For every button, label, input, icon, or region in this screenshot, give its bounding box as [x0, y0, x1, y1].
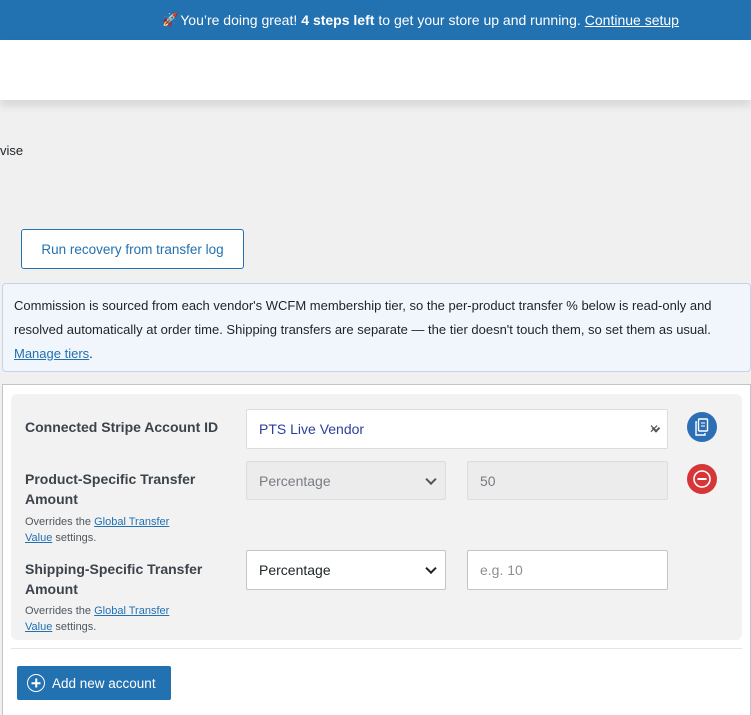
connected-account-select[interactable]: PTS Live Vendor ✕	[246, 409, 668, 449]
top-header-bar	[0, 40, 751, 100]
shipping-transfer-type-select[interactable]: Percentage	[246, 550, 446, 590]
run-recovery-button[interactable]: Run recovery from transfer log	[21, 229, 244, 269]
account-card: Connected Stripe Account ID PTS Live Ven…	[11, 394, 742, 640]
shipping-transfer-amount-input[interactable]: e.g. 10	[467, 550, 668, 590]
product-overrides-suffix: settings.	[55, 532, 97, 544]
chevron-down-icon	[425, 473, 437, 485]
product-transfer-label-line2: Amount	[25, 491, 78, 507]
shipping-transfer-label-line1: Shipping-Specific Transfer	[25, 561, 203, 577]
shipping-overrides-note-line2: Value settings.	[25, 619, 96, 635]
product-transfer-amount-value: 50	[480, 472, 496, 489]
product-global-transfer-link-value[interactable]: Value	[25, 532, 52, 544]
banner-lead: You’re doing great!	[180, 12, 298, 28]
continue-setup-link[interactable]: Continue setup	[585, 12, 679, 28]
shipping-overrides-note: Overrides the Global Transfer	[25, 603, 169, 619]
product-overrides-note: Overrides the Global Transfer	[25, 514, 169, 530]
product-transfer-type-value: Percentage	[259, 472, 331, 489]
shipping-overrides-prefix: Overrides the	[25, 605, 92, 617]
product-overrides-note-line2: Value settings.	[25, 530, 96, 546]
copy-account-button[interactable]	[687, 412, 717, 442]
banner-rest: to get your store up and running.	[378, 12, 581, 28]
shipping-global-transfer-link-value[interactable]: Value	[25, 621, 52, 633]
add-new-account-label: Add new account	[52, 675, 156, 691]
shipping-transfer-type-value: Percentage	[259, 562, 331, 578]
stripe-accounts-panel: Connected Stripe Account ID PTS Live Ven…	[2, 384, 751, 715]
shipping-transfer-label-line2: Amount	[25, 581, 78, 597]
shipping-global-transfer-link[interactable]: Global Transfer	[94, 605, 169, 617]
plus-circle-icon	[27, 674, 45, 692]
manage-tiers-link[interactable]: Manage tiers	[14, 346, 89, 361]
truncated-text: vise	[0, 143, 24, 158]
product-overrides-prefix: Overrides the	[25, 516, 92, 528]
shipping-overrides-suffix: settings.	[55, 621, 97, 633]
remove-account-button[interactable]	[687, 464, 717, 494]
minus-circle-icon	[693, 470, 711, 488]
chevron-down-icon	[425, 562, 437, 575]
commission-notice: Commission is sourced from each vendor's…	[2, 283, 751, 372]
product-transfer-type-select: Percentage	[246, 461, 446, 500]
shipping-transfer-placeholder: e.g. 10	[480, 562, 523, 578]
connected-account-value: PTS Live Vendor	[259, 421, 365, 437]
notice-text: Commission is sourced from each vendor's…	[14, 298, 712, 337]
notice-tail: .	[89, 346, 93, 361]
banner-strong: 4 steps left	[301, 12, 375, 28]
setup-banner: 🚀 You’re doing great! 4 steps left to ge…	[0, 0, 751, 40]
product-transfer-amount-input: 50	[467, 461, 668, 500]
copy-icon	[695, 418, 709, 436]
product-global-transfer-link[interactable]: Global Transfer	[94, 516, 169, 528]
connected-account-label: Connected Stripe Account ID	[25, 419, 219, 435]
rocket-icon: 🚀	[162, 12, 179, 27]
add-new-account-button[interactable]: Add new account	[17, 666, 171, 700]
product-transfer-label-line1: Product-Specific Transfer	[25, 471, 196, 487]
panel-divider	[11, 648, 742, 649]
